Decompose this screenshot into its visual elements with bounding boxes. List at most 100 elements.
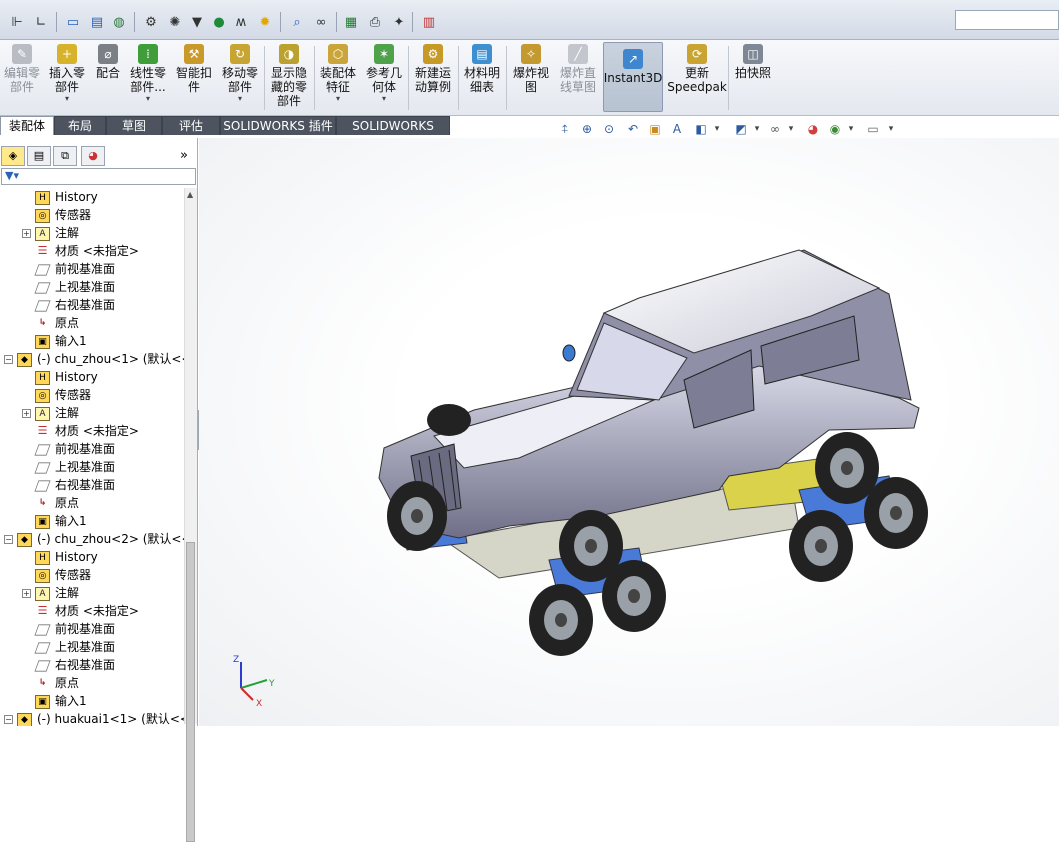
chevron-down-icon[interactable]: ▾: [782, 120, 800, 138]
search-input[interactable]: [955, 10, 1059, 30]
tree-node[interactable]: ↳ 原点: [22, 494, 79, 512]
tab-assembly[interactable]: 装配体: [0, 116, 54, 135]
dropdown-arrow-icon[interactable]: ▾: [238, 94, 242, 104]
tree-node[interactable]: ☰ 材质 <未指定>: [22, 422, 139, 440]
graphics-area[interactable]: Z X Y: [199, 138, 1059, 726]
expand-panel-icon[interactable]: »: [180, 148, 188, 163]
dropdown-arrow-icon[interactable]: ▾: [65, 94, 69, 104]
dropdown-arrow-icon[interactable]: ▾: [146, 94, 150, 104]
zoom-to-fit-icon[interactable]: ⊕: [578, 120, 596, 138]
new-doc-icon[interactable]: ✦: [390, 13, 408, 31]
view-origin-icon[interactable]: ⍏: [556, 120, 574, 138]
edit-component-button[interactable]: ✎ 编辑零 部件: [2, 44, 42, 114]
display-manager-tab-icon[interactable]: ◕: [81, 146, 105, 166]
tree-node[interactable]: ▣ 输入1: [22, 692, 87, 710]
binoculars-icon[interactable]: ∞: [312, 13, 330, 31]
tree-node[interactable]: 右视基准面: [22, 656, 115, 674]
take-snapshot-button[interactable]: ◫ 拍快照: [730, 44, 776, 114]
chevron-down-icon[interactable]: ▾: [842, 120, 860, 138]
chevron-down-icon[interactable]: ▾: [748, 120, 766, 138]
tree-node[interactable]: − ◆ (-) chu_zhou<1> (默认<<: [4, 350, 184, 368]
chevron-down-icon[interactable]: ▾: [708, 120, 726, 138]
tree-node[interactable]: 右视基准面: [22, 476, 115, 494]
linear-pattern-button[interactable]: ⁞ 线性零 部件... ▾: [126, 44, 170, 114]
wheel-front-right-2[interactable]: [529, 584, 593, 656]
tree-node[interactable]: H History: [22, 548, 98, 566]
wheel-rear-3[interactable]: [789, 510, 853, 582]
mate-button[interactable]: ⌀ 配合: [90, 44, 126, 114]
tab-evaluate[interactable]: 评估: [162, 116, 220, 135]
wheel-top-left[interactable]: [427, 404, 471, 436]
tree-node[interactable]: H History: [22, 188, 98, 206]
edit-appearance-icon[interactable]: ◕: [804, 120, 822, 138]
graphics-icon[interactable]: ▤: [88, 13, 106, 31]
tree-node[interactable]: ▣ 输入1: [22, 332, 87, 350]
section-view-icon[interactable]: ▣: [646, 120, 664, 138]
scrollbar-thumb[interactable]: [186, 542, 195, 842]
tree-node[interactable]: ▣ 输入1: [22, 512, 87, 530]
expand-toggle-icon[interactable]: −: [4, 355, 13, 364]
tree-node[interactable]: 前视基准面: [22, 620, 115, 638]
tree-node[interactable]: ↳ 原点: [22, 674, 79, 692]
globe-icon[interactable]: ◍: [110, 13, 128, 31]
tab-solidworks-mbd[interactable]: SOLIDWORKS MBD: [336, 116, 450, 151]
assembly-model[interactable]: Z X Y: [199, 138, 1059, 726]
tab-sketch[interactable]: 草图: [106, 116, 162, 135]
tree-node[interactable]: 右视基准面: [22, 296, 115, 314]
tree-node[interactable]: + A 注解: [22, 584, 79, 602]
configuration-manager-tab-icon[interactable]: ⧉: [53, 146, 77, 166]
tree-node[interactable]: + A 注解: [22, 404, 79, 422]
tree-node[interactable]: − ◆ (-) chu_zhou<2> (默认<<: [4, 530, 184, 548]
pin-icon[interactable]: ⊩: [8, 13, 26, 31]
tree-node[interactable]: ☰ 材质 <未指定>: [22, 602, 139, 620]
print-icon[interactable]: ⎙: [366, 13, 384, 31]
previous-view-icon[interactable]: ↶: [624, 120, 642, 138]
assembly-features-button[interactable]: ⬡ 装配体 特征 ▾: [316, 44, 360, 114]
expand-toggle-icon[interactable]: −: [4, 535, 13, 544]
tree-node[interactable]: 前视基准面: [22, 440, 115, 458]
tree-node[interactable]: + A 注解: [22, 224, 79, 242]
view-settings-icon[interactable]: ▭: [864, 120, 882, 138]
show-hidden-components-button[interactable]: ◑ 显示隐 藏的零 部件: [266, 44, 312, 114]
excel-icon[interactable]: ▦: [342, 13, 360, 31]
dropdown-arrow-icon[interactable]: ▾: [336, 94, 340, 104]
zoom-icon[interactable]: ⌕: [288, 13, 306, 31]
tree-node[interactable]: 上视基准面: [22, 278, 115, 296]
display-icon[interactable]: ▭: [64, 13, 82, 31]
instant3d-button[interactable]: ↗ Instant3D: [603, 42, 663, 112]
gear-icon[interactable]: ✺: [166, 13, 184, 31]
bulb-icon[interactable]: ✹: [256, 13, 274, 31]
scroll-up-icon[interactable]: ▲: [187, 190, 193, 199]
exploded-view-button[interactable]: ✧ 爆炸视 图: [508, 44, 554, 114]
spring-icon[interactable]: ʍ: [232, 13, 250, 31]
expand-toggle-icon[interactable]: +: [22, 589, 31, 598]
chart-icon[interactable]: ▥: [420, 13, 438, 31]
bill-of-materials-button[interactable]: ▤ 材料明 细表: [460, 44, 504, 114]
filter-icon[interactable]: ▼▾: [5, 169, 19, 182]
wheel-front-left[interactable]: [387, 481, 447, 551]
tree-node[interactable]: ◎ 传感器: [22, 386, 91, 404]
funnel-icon[interactable]: ▼: [188, 13, 206, 31]
tab-solidworks-addins[interactable]: SOLIDWORKS 插件: [220, 116, 336, 135]
explode-line-sketch-button[interactable]: ╱ 爆炸直 线草图: [556, 44, 600, 114]
feature-filter-input[interactable]: ▼▾: [1, 168, 196, 185]
tree-node[interactable]: ☰ 材质 <未指定>: [22, 242, 139, 260]
insert-components-button[interactable]: + 插入零 部件 ▾: [46, 44, 88, 114]
expand-toggle-icon[interactable]: −: [4, 715, 13, 724]
reference-geometry-button[interactable]: ✶ 参考几 何体 ▾: [362, 44, 406, 114]
feature-manager-tab-icon[interactable]: ◈: [1, 146, 25, 166]
location-icon[interactable]: ●: [210, 13, 228, 31]
expand-toggle-icon[interactable]: +: [22, 229, 31, 238]
tree-node[interactable]: ◎ 传感器: [22, 206, 91, 224]
tree-node[interactable]: 上视基准面: [22, 638, 115, 656]
smart-fasteners-button[interactable]: ⚒ 智能扣 件: [172, 44, 216, 114]
wheel-front-right-3[interactable]: [602, 560, 666, 632]
tree-node[interactable]: ↳ 原点: [22, 314, 79, 332]
property-manager-tab-icon[interactable]: ▤: [27, 146, 51, 166]
update-speedpak-button[interactable]: ⟳ 更新 Speedpak: [667, 44, 727, 114]
zoom-to-area-icon[interactable]: ⊙: [600, 120, 618, 138]
dropdown-arrow-icon[interactable]: ▾: [382, 94, 386, 104]
settings-icon[interactable]: ⚙: [142, 13, 160, 31]
tree-node[interactable]: H History: [22, 368, 98, 386]
tree-node[interactable]: − ◆ (-) huakuai1<1> (默认<<: [4, 710, 184, 726]
